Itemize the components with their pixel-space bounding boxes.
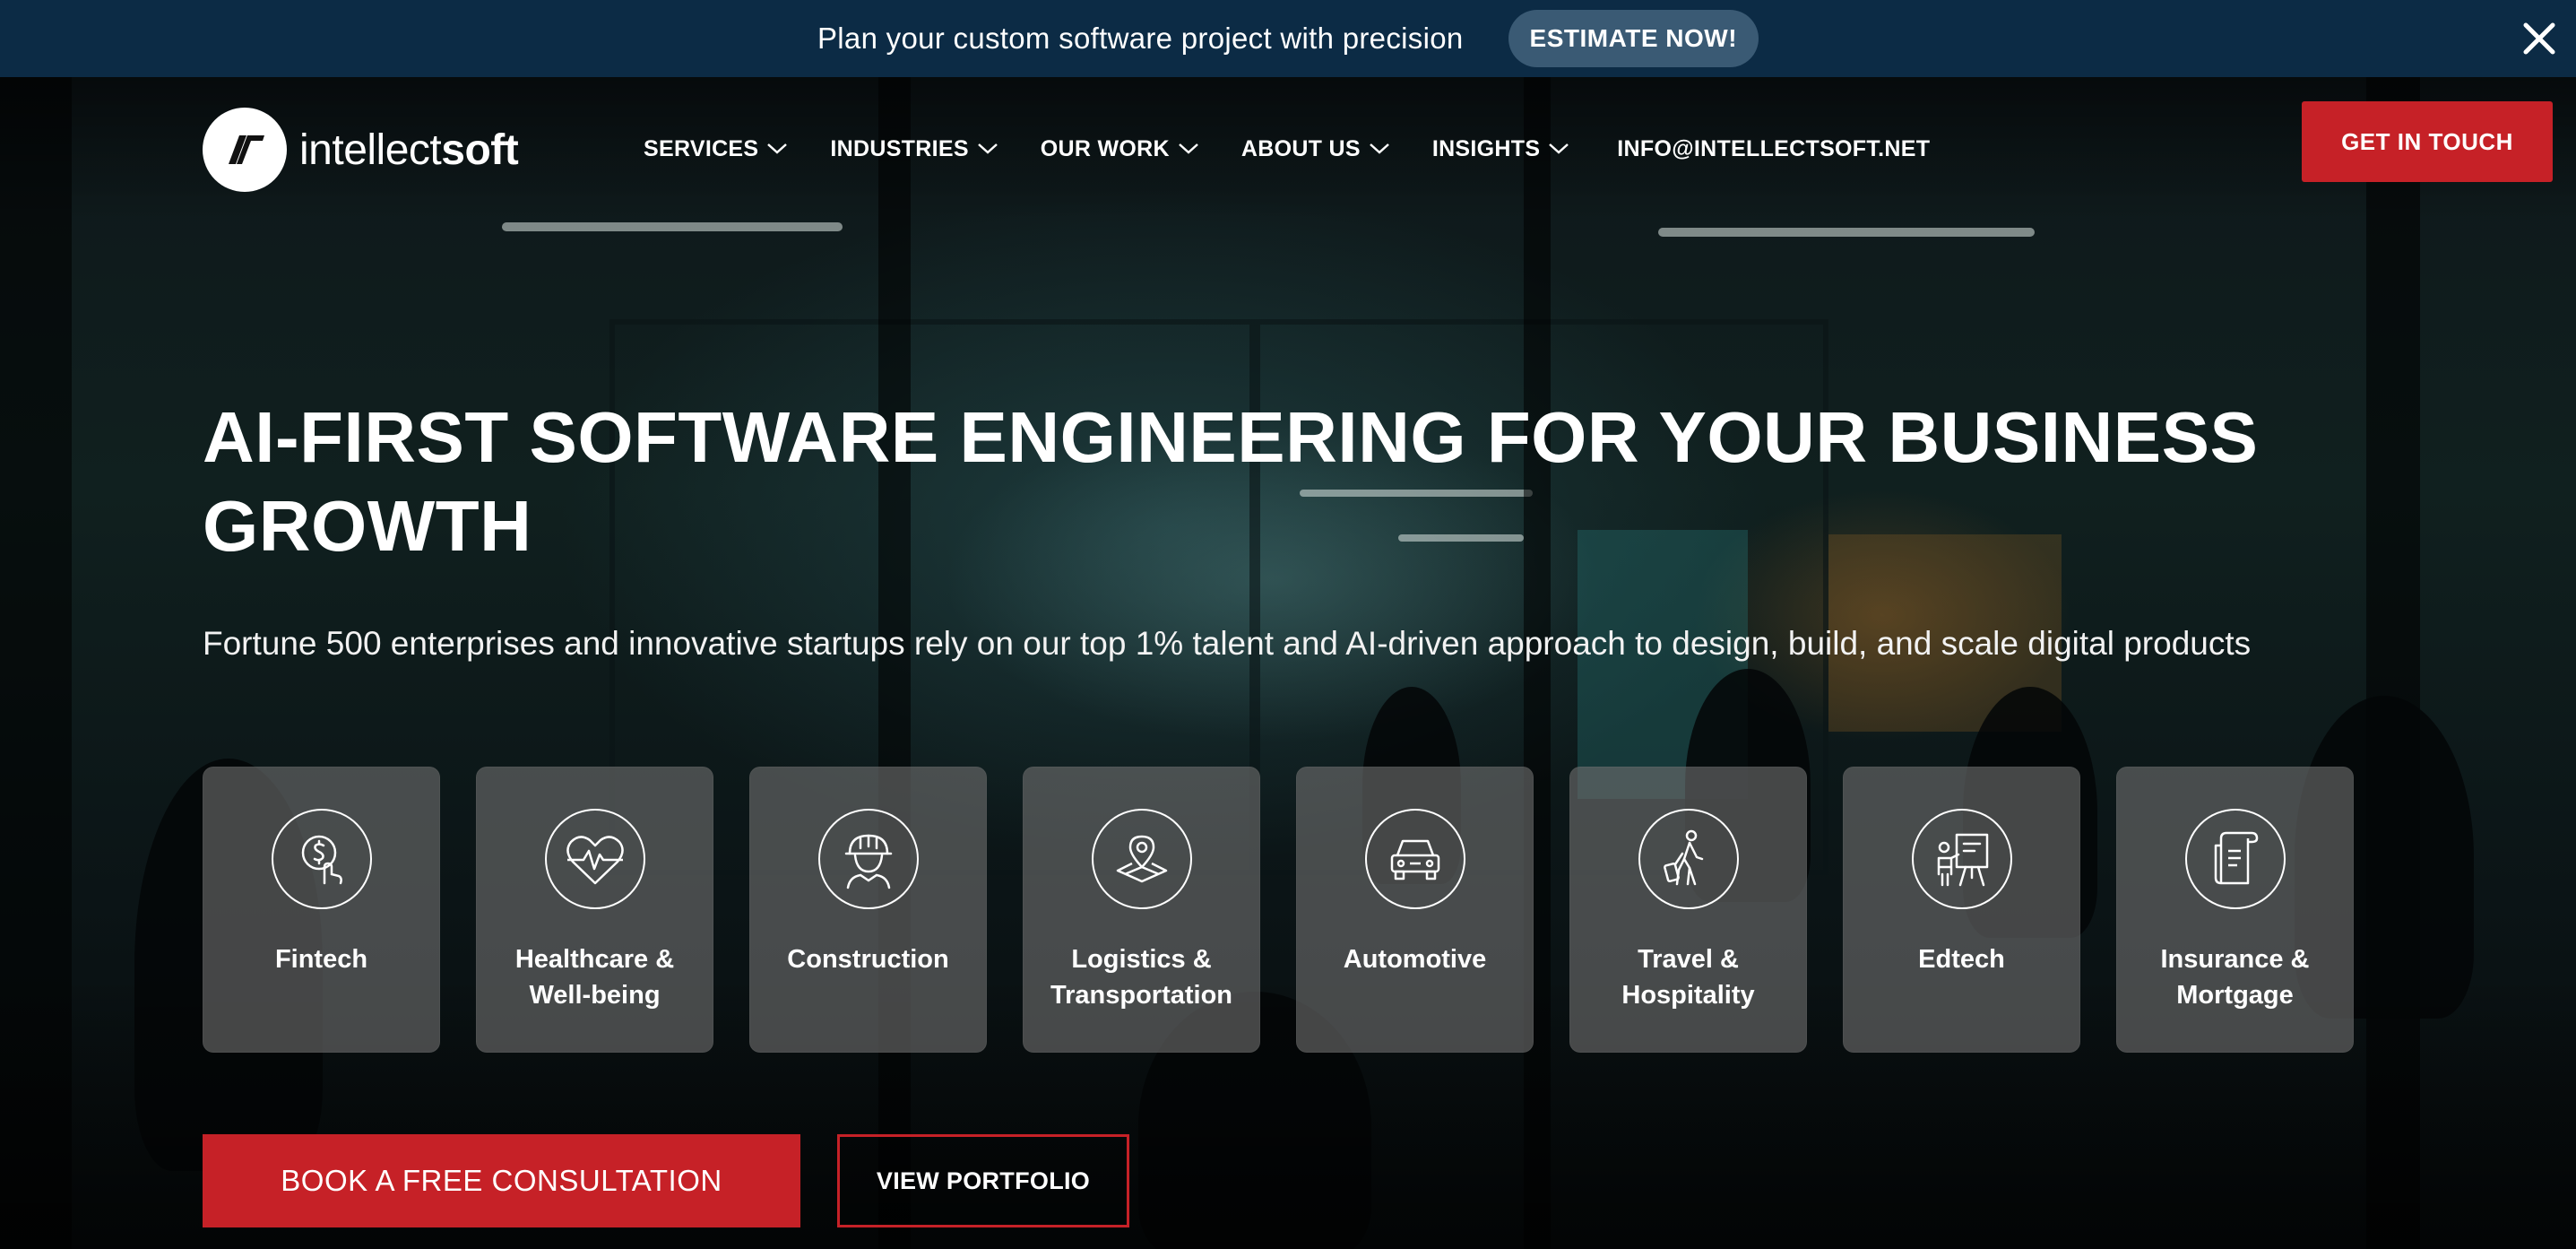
construction-worker-icon bbox=[817, 809, 919, 909]
view-portfolio-button[interactable]: VIEW PORTFOLIO bbox=[837, 1134, 1129, 1227]
industry-card-automotive[interactable]: Automotive bbox=[1296, 767, 1534, 1053]
industry-label: Logistics & Transportation bbox=[1050, 945, 1232, 1010]
traveler-luggage-icon bbox=[1638, 809, 1739, 909]
nav-label: INSIGHTS bbox=[1431, 135, 1541, 161]
industry-label: Automotive bbox=[1343, 945, 1487, 974]
industry-card-logistics[interactable]: Logistics & Transportation bbox=[1023, 767, 1260, 1053]
main-nav: SERVICES INDUSTRIES OUR WORK ABOUT US IN… bbox=[644, 77, 1930, 221]
nav-insights[interactable]: INSIGHTS bbox=[1432, 136, 1570, 162]
fintech-dollar-hand-icon bbox=[271, 809, 372, 909]
site-header: intellectsoft SERVICES INDUSTRIES OUR WO… bbox=[0, 77, 2576, 221]
nav-email-link[interactable]: INFO@INTELLECTSOFT.NET bbox=[1617, 136, 1930, 162]
nav-industries[interactable]: INDUSTRIES bbox=[830, 136, 998, 162]
nav-label: OUR WORK bbox=[1040, 135, 1170, 161]
map-pin-icon bbox=[1091, 809, 1192, 909]
industry-card-insurance[interactable]: Insurance & Mortgage bbox=[2116, 767, 2354, 1053]
chevron-down-icon bbox=[977, 143, 998, 154]
ceiling-light bbox=[502, 222, 843, 231]
industry-card-construction[interactable]: Construction bbox=[749, 767, 987, 1053]
ceiling-light bbox=[1658, 228, 2035, 237]
close-icon[interactable] bbox=[2517, 16, 2562, 61]
book-consultation-button[interactable]: BOOK A FREE CONSULTATION bbox=[203, 1134, 800, 1227]
industry-card-healthcare[interactable]: Healthcare & Well-being bbox=[476, 767, 713, 1053]
industry-label: Insurance & Mortgage bbox=[2160, 945, 2310, 1010]
industry-card-edtech[interactable]: Edtech bbox=[1843, 767, 2080, 1053]
nav-label: ABOUT US bbox=[1240, 135, 1361, 161]
hero-title: AI-FIRST SOFTWARE ENGINEERING FOR YOUR B… bbox=[203, 397, 2259, 566]
promo-text: Plan your custom software project with p… bbox=[817, 22, 1464, 55]
hero-subtitle: Fortune 500 enterprises and innovative s… bbox=[203, 625, 2252, 662]
industry-card-travel[interactable]: Travel & Hospitality bbox=[1569, 767, 1807, 1053]
industry-label: Construction bbox=[787, 945, 949, 974]
nav-our-work[interactable]: OUR WORK bbox=[1041, 136, 1200, 162]
promo-bar: Plan your custom software project with p… bbox=[0, 0, 2576, 77]
chevron-down-icon bbox=[1369, 143, 1389, 154]
industry-label: Travel & Hospitality bbox=[1621, 945, 1755, 1010]
heart-pulse-icon bbox=[544, 809, 645, 909]
industry-card-fintech[interactable]: Fintech bbox=[203, 767, 440, 1053]
nav-services[interactable]: SERVICES bbox=[644, 136, 789, 162]
teacher-board-icon bbox=[1911, 809, 2012, 909]
nav-label: INDUSTRIES bbox=[830, 135, 969, 161]
chevron-down-icon bbox=[767, 143, 788, 154]
get-in-touch-button[interactable]: GET IN TOUCH bbox=[2302, 101, 2553, 182]
industry-label: Fintech bbox=[274, 945, 368, 974]
nav-about-us[interactable]: ABOUT US bbox=[1241, 136, 1391, 162]
nav-label: INFO@INTELLECTSOFT.NET bbox=[1617, 135, 1931, 161]
industry-cards: Fintech Healthcare & Well-being Construc… bbox=[203, 767, 2354, 1053]
estimate-now-button[interactable]: ESTIMATE NOW! bbox=[1508, 10, 1759, 67]
industry-label: Healthcare & Well-being bbox=[514, 945, 675, 1010]
industry-label: Edtech bbox=[1918, 945, 2005, 974]
document-icon bbox=[2184, 809, 2286, 909]
car-icon bbox=[1364, 809, 1465, 909]
nav-label: SERVICES bbox=[644, 135, 759, 161]
chevron-down-icon bbox=[1549, 143, 1569, 154]
logo-text: intellectsoft bbox=[299, 126, 519, 174]
logo[interactable]: intellectsoft bbox=[203, 108, 519, 192]
intellectsoft-logo-icon bbox=[203, 108, 287, 192]
chevron-down-icon bbox=[1179, 143, 1198, 154]
